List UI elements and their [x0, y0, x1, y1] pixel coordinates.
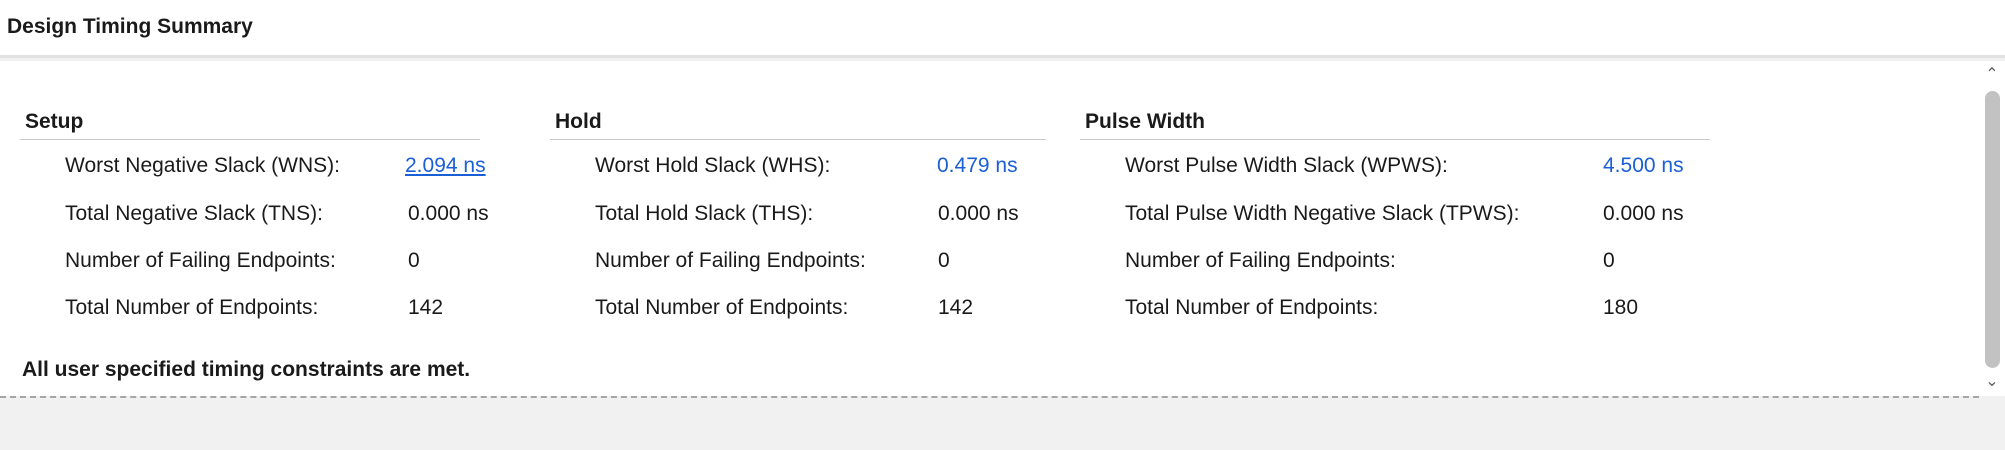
- timing-status-message: All user specified timing constraints ar…: [22, 358, 471, 381]
- wns-value-link[interactable]: 2.094 ns: [405, 151, 486, 181]
- whs-label: Worst Hold Slack (WHS):: [595, 154, 831, 177]
- vertical-scrollbar[interactable]: ⌃ ⌄: [1979, 61, 2005, 396]
- scrollbar-thumb[interactable]: [1985, 91, 2000, 368]
- wpws-value: 4.500 ns: [1603, 154, 1684, 177]
- tpws-label: Total Pulse Width Negative Slack (TPWS):: [1125, 202, 1520, 225]
- setup-failing-value: 0: [408, 249, 420, 272]
- pulse-row-total: Total Number of Endpoints: 180: [1080, 293, 1710, 323]
- tns-value: 0.000 ns: [408, 202, 489, 225]
- hold-failing-label: Number of Failing Endpoints:: [595, 249, 866, 272]
- pulse-width-section-title: Pulse Width: [1080, 107, 1710, 140]
- dashed-divider: [0, 396, 1979, 398]
- setup-row-total: Total Number of Endpoints: 142: [20, 293, 480, 323]
- setup-failing-label: Number of Failing Endpoints:: [65, 249, 336, 272]
- panel-title: Design Timing Summary: [7, 15, 253, 38]
- hold-row-failing: Number of Failing Endpoints: 0: [550, 246, 1046, 276]
- hold-total-label: Total Number of Endpoints:: [595, 296, 849, 319]
- pulse-failing-value: 0: [1603, 249, 1615, 272]
- ths-label: Total Hold Slack (THS):: [595, 202, 814, 225]
- setup-section: Setup Worst Negative Slack (WNS): 2.094 …: [20, 107, 489, 319]
- setup-row-failing: Number of Failing Endpoints: 0: [20, 246, 480, 276]
- ths-value: 0.000 ns: [938, 202, 1019, 225]
- pulse-total-label: Total Number of Endpoints:: [1125, 296, 1379, 319]
- wns-label: Worst Negative Slack (WNS):: [65, 154, 340, 177]
- panel-header: Design Timing Summary: [0, 0, 2005, 58]
- tpws-value: 0.000 ns: [1603, 202, 1684, 225]
- tns-label: Total Negative Slack (TNS):: [65, 202, 323, 225]
- hold-row-ths: Total Hold Slack (THS): 0.000 ns: [550, 199, 1046, 229]
- chevron-down-icon[interactable]: ⌄: [1979, 371, 2005, 393]
- hold-total-value: 142: [938, 296, 974, 319]
- hold-row-total: Total Number of Endpoints: 142: [550, 293, 1046, 323]
- setup-section-title: Setup: [20, 107, 480, 140]
- pulse-width-section: Pulse Width Worst Pulse Width Slack (WPW…: [1080, 107, 1710, 319]
- chevron-up-icon[interactable]: ⌃: [1979, 64, 2005, 86]
- pulse-total-value: 180: [1603, 296, 1639, 319]
- pulse-row-wpws: Worst Pulse Width Slack (WPWS): 4.500 ns: [1080, 151, 1710, 181]
- timing-summary-content: Setup Worst Negative Slack (WNS): 2.094 …: [0, 61, 1979, 396]
- setup-row-tns: Total Negative Slack (TNS): 0.000 ns: [20, 199, 489, 229]
- hold-failing-value: 0: [938, 249, 950, 272]
- hold-section: Hold Worst Hold Slack (WHS): 0.479 ns To…: [550, 107, 1046, 319]
- setup-row-wns: Worst Negative Slack (WNS): 2.094 ns: [20, 151, 486, 181]
- hold-row-whs: Worst Hold Slack (WHS): 0.479 ns: [550, 151, 1046, 181]
- setup-total-value: 142: [408, 296, 444, 319]
- pulse-row-failing: Number of Failing Endpoints: 0: [1080, 246, 1710, 276]
- pulse-row-tpws: Total Pulse Width Negative Slack (TPWS):…: [1080, 199, 1710, 229]
- hold-section-title: Hold: [550, 107, 1046, 140]
- wpws-label: Worst Pulse Width Slack (WPWS):: [1125, 154, 1448, 177]
- setup-total-label: Total Number of Endpoints:: [65, 296, 319, 319]
- whs-value: 0.479 ns: [937, 154, 1018, 177]
- pulse-failing-label: Number of Failing Endpoints:: [1125, 249, 1396, 272]
